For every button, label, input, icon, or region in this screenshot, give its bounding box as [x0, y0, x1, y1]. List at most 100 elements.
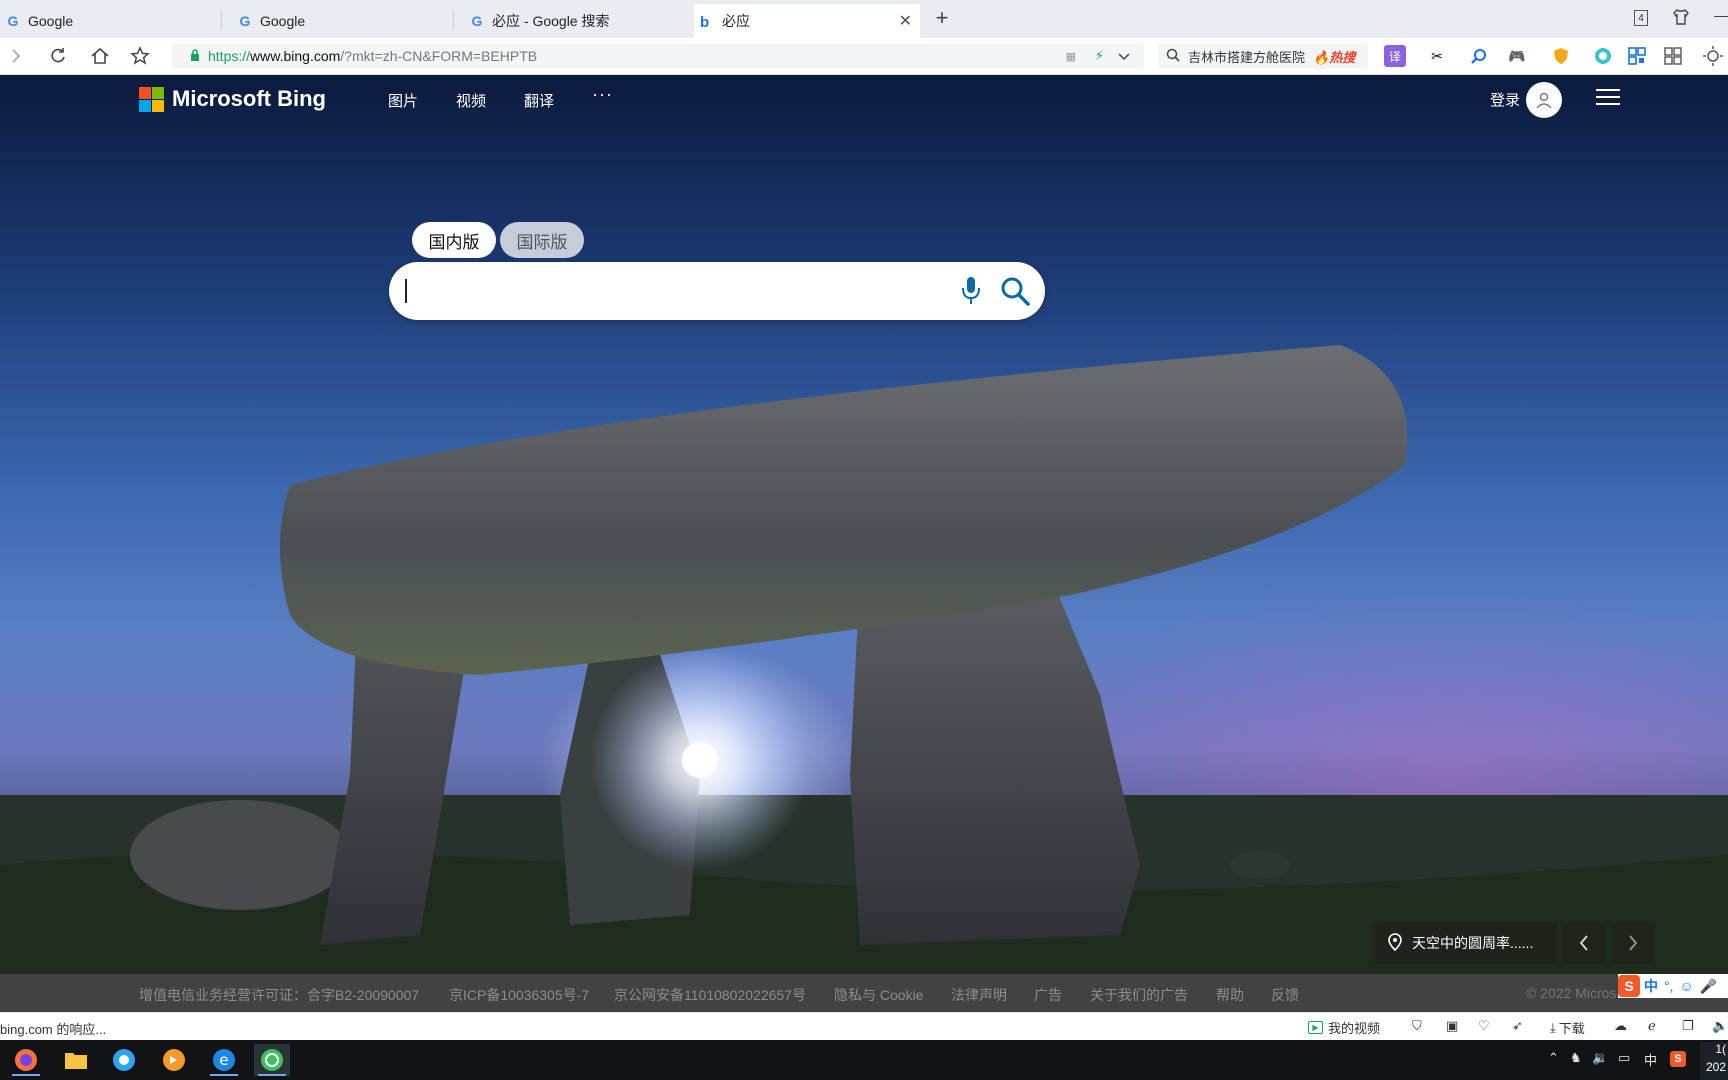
bing-hero-background: Microsoft Bing 图片 视频 翻译 ··· 登录 国内版 国际版 天… — [0, 75, 1728, 974]
tab-count-badge[interactable]: 4 — [1634, 10, 1648, 26]
url-path: /?mkt=zh-CN&FORM=BEHPTB — [340, 48, 538, 64]
reload-icon[interactable] — [46, 44, 70, 68]
voice-icon: 🎤 — [1699, 977, 1718, 994]
footer-link-help[interactable]: 帮助 — [1216, 985, 1244, 1005]
window-icon[interactable]: ❐ — [1682, 1018, 1694, 1034]
tray-qq-icon[interactable]: ♞ — [1570, 1050, 1582, 1066]
location-pin-icon — [1388, 932, 1402, 954]
skin-shirt-icon[interactable] — [1672, 8, 1690, 26]
nav-videos[interactable]: 视频 — [456, 90, 486, 111]
nav-translate[interactable]: 翻译 — [524, 90, 554, 111]
user-icon — [1536, 92, 1552, 109]
tray-sogou-icon[interactable]: S — [1670, 1050, 1686, 1067]
microphone-icon[interactable] — [960, 276, 982, 311]
gamepad-icon[interactable]: 🎮 — [1506, 45, 1528, 67]
tab-label: Google — [28, 13, 74, 29]
firefox-icon[interactable] — [8, 1044, 44, 1076]
search-icon[interactable] — [1000, 276, 1030, 311]
hamburger-menu-icon[interactable] — [1596, 89, 1620, 107]
side-search-box[interactable]: 吉林市搭建方舱医院 🔥热搜 — [1158, 43, 1368, 69]
address-bar[interactable]: https:// www.bing.com /?mkt=zh-CN&FORM=B… — [172, 43, 1144, 69]
clock-date: 202 — [1705, 1060, 1726, 1074]
internet-explorer-icon[interactable]: e — [206, 1044, 242, 1076]
lightning-icon[interactable]: ⚡ — [1095, 48, 1104, 64]
home-icon[interactable] — [88, 44, 112, 68]
download-icon: ⤓ — [1550, 1019, 1556, 1035]
clock[interactable]: 1( 202 — [1700, 1042, 1728, 1080]
bing-favicon-icon: b — [700, 14, 710, 31]
copyright: © 2022 Micros — [1526, 985, 1617, 1001]
url-domain: www.bing.com — [250, 48, 341, 64]
app-orange-icon[interactable] — [156, 1044, 192, 1076]
chevron-down-icon[interactable] — [1118, 48, 1130, 64]
close-tab-icon[interactable]: ✕ — [899, 11, 912, 31]
sogou-logo-icon: S — [1618, 975, 1640, 997]
nav-images[interactable]: 图片 — [388, 90, 418, 111]
download-button[interactable]: ⤓ 下载 — [1550, 1018, 1585, 1037]
side-search-text: 吉林市搭建方舱医院 — [1188, 49, 1306, 65]
tray-ime-label[interactable]: 中 — [1644, 1050, 1657, 1069]
browser-status-bar: bing.com 的响应... ▶ 我的视频 ⛉ ▣ ♡ ➶ ⤓ 下载 ☁ ℯ … — [0, 1012, 1728, 1041]
my-video-button[interactable]: ▶ 我的视频 — [1308, 1018, 1380, 1037]
ie-icon[interactable]: ℯ — [1648, 1018, 1656, 1034]
qrcode-icon[interactable] — [1626, 45, 1648, 67]
avatar[interactable] — [1526, 82, 1562, 118]
tab-strip: G Google G Google G 必应 - Google 搜索 b 必应 … — [0, 0, 1728, 38]
sun-icon[interactable] — [1702, 45, 1724, 67]
google-favicon-icon: G — [239, 13, 251, 29]
next-image-button[interactable] — [1612, 922, 1654, 964]
footer-link-ads[interactable]: 广告 — [1034, 985, 1062, 1005]
security-shield-icon[interactable]: ⛉ — [1412, 1018, 1422, 1034]
browser-360-icon[interactable] — [254, 1044, 290, 1076]
tray-network-icon[interactable]: ▭ — [1618, 1050, 1630, 1066]
secure-lock-icon — [190, 48, 200, 64]
minimize-button[interactable] — [1714, 16, 1728, 17]
login-label[interactable]: 登录 — [1490, 89, 1520, 110]
heart-icon[interactable]: ♡ — [1478, 1018, 1490, 1034]
new-tab-button[interactable]: + — [928, 4, 956, 32]
footer-link-icp[interactable]: 京ICP备10036305号-7 — [449, 985, 589, 1005]
tab-google-2[interactable]: G Google — [232, 4, 454, 38]
speaker-icon[interactable]: 🔈 — [1712, 1018, 1728, 1034]
microsoft-logo-icon — [139, 86, 164, 112]
punctuation-icon: °, — [1664, 978, 1674, 994]
app-blue-icon[interactable] — [106, 1044, 142, 1076]
grid-icon[interactable] — [1662, 45, 1684, 67]
bing-logo[interactable]: Microsoft Bing — [139, 86, 326, 112]
tray-volume-icon[interactable]: 🔉 — [1592, 1050, 1608, 1066]
footer-link-legal[interactable]: 法律声明 — [951, 985, 1007, 1005]
file-explorer-icon[interactable] — [58, 1044, 94, 1076]
ime-floating-bar[interactable]: S 中 °, ☺ 🎤 — [1618, 974, 1728, 998]
magnifier-icon[interactable] — [1468, 45, 1490, 67]
tab-google-search[interactable]: G 必应 - Google 搜索 — [464, 4, 686, 38]
footer-link-feedback[interactable]: 反馈 — [1271, 985, 1299, 1005]
prev-image-button[interactable] — [1563, 922, 1605, 964]
search-input[interactable] — [409, 272, 953, 312]
qr-code-icon[interactable]: ▦ — [1066, 50, 1076, 63]
cloud-icon[interactable]: ☁ — [1614, 1018, 1627, 1034]
rocket-icon[interactable]: ➶ — [1512, 1018, 1523, 1034]
scissors-icon[interactable]: ✂ — [1426, 45, 1448, 67]
tab-bing[interactable]: b 必应 ✕ — [694, 4, 920, 38]
tab-label: 必应 - Google 搜索 — [492, 13, 610, 29]
footer-link-about-ads[interactable]: 关于我们的广告 — [1090, 985, 1188, 1005]
shield-icon[interactable] — [1550, 45, 1572, 67]
google-favicon-icon: G — [471, 13, 483, 29]
tray-chevron-up-icon[interactable]: ⌃ — [1548, 1050, 1559, 1066]
image-icon[interactable]: ▣ — [1446, 1018, 1458, 1034]
bookmark-star-icon[interactable] — [128, 44, 152, 68]
nav-more[interactable]: ··· — [592, 84, 613, 105]
footer-link-privacy[interactable]: 隐私与 Cookie — [834, 985, 923, 1005]
svg-text:e: e — [219, 1051, 228, 1069]
forward-icon[interactable] — [4, 44, 28, 68]
translate-icon[interactable]: 译 — [1384, 45, 1406, 67]
image-caption[interactable]: 天空中的圆周率...... — [1374, 922, 1558, 964]
dolmen-image — [0, 345, 1728, 974]
logo-text: Microsoft Bing — [172, 86, 326, 111]
footer-link-police[interactable]: 京公网安备11010802022657号 — [614, 985, 806, 1005]
footer-link-license[interactable]: 增值电信业务经营许可证：合字B2-20090007 — [139, 985, 419, 1005]
circle-icon[interactable] — [1592, 45, 1614, 67]
scope-tab-domestic[interactable]: 国内版 — [412, 222, 496, 258]
scope-tab-international[interactable]: 国际版 — [500, 222, 584, 258]
tab-google-1[interactable]: G Google — [0, 4, 222, 38]
